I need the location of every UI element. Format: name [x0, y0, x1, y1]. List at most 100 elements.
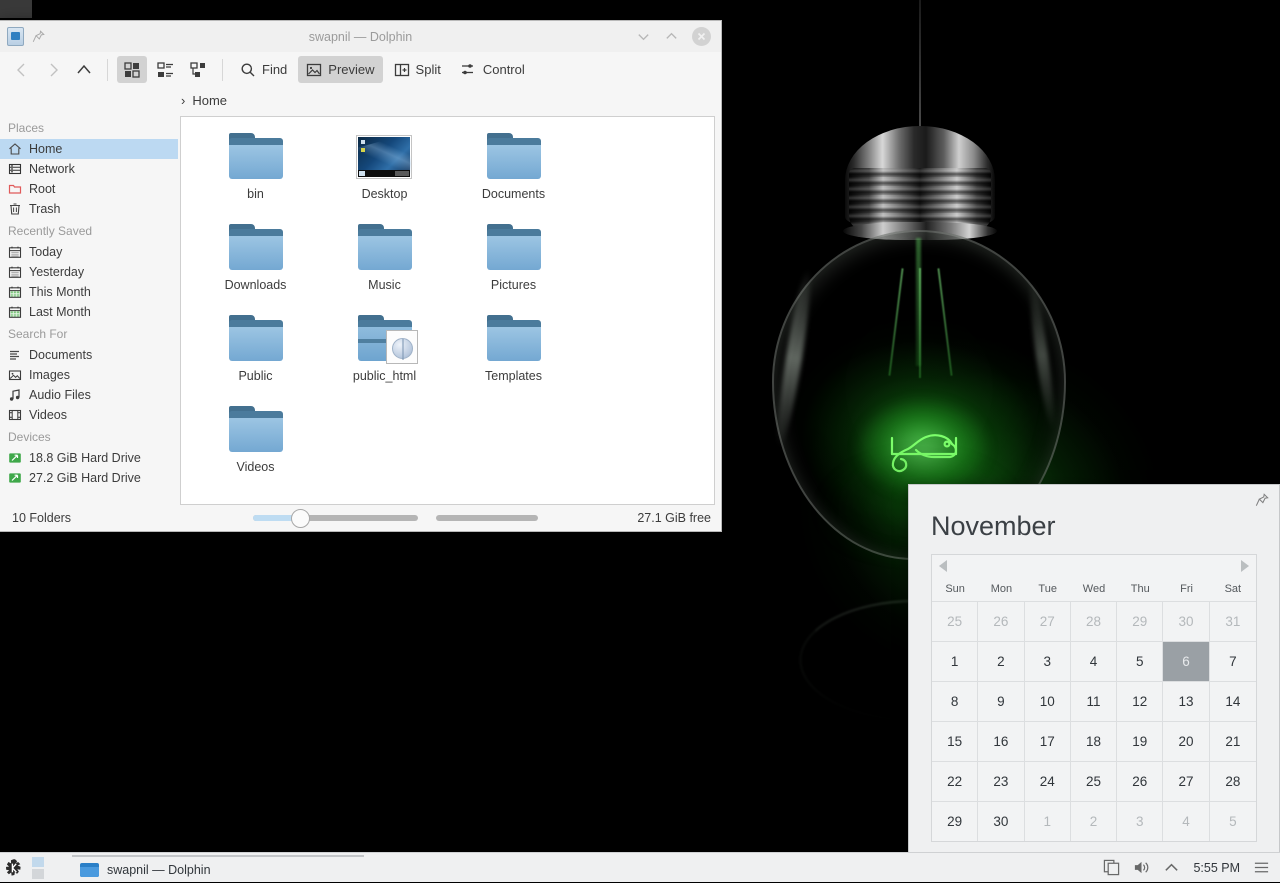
kde-launcher-icon[interactable]	[0, 853, 30, 883]
file-item[interactable]: Documents	[449, 133, 578, 224]
calendar-day[interactable]: 19	[1117, 721, 1163, 761]
calendar-applet[interactable]: November SunMonTueWedThuFriSat 252627282…	[908, 484, 1280, 856]
calendar-day[interactable]: 11	[1071, 681, 1117, 721]
sidebar-item-root[interactable]: Root	[0, 179, 178, 199]
pager-desktop-2[interactable]	[32, 869, 44, 879]
calendar-day[interactable]: 25	[932, 601, 978, 641]
calendar-day[interactable]: 13	[1163, 681, 1209, 721]
calendar-day[interactable]: 15	[932, 721, 978, 761]
calendar-day[interactable]: 5	[1117, 641, 1163, 681]
view-details-button[interactable]	[183, 56, 213, 83]
sidebar-item-videos[interactable]: Videos	[0, 405, 178, 425]
calendar-day[interactable]: 10	[1025, 681, 1071, 721]
sidebar-item-trash[interactable]: Trash	[0, 199, 178, 219]
hamburger-menu-icon[interactable]	[1253, 859, 1270, 876]
calendar-day[interactable]: 5	[1210, 801, 1256, 841]
calendar-day[interactable]: 2	[978, 641, 1024, 681]
calendar-day[interactable]: 4	[1163, 801, 1209, 841]
view-icons-button[interactable]	[117, 56, 147, 83]
calendar-day[interactable]: 29	[932, 801, 978, 841]
file-item[interactable]: Pictures	[449, 224, 578, 315]
sidebar-item-documents[interactable]: Documents	[0, 345, 178, 365]
calendar-day[interactable]: 22	[932, 761, 978, 801]
file-item[interactable]: Music	[320, 224, 449, 315]
file-item[interactable]: Downloads	[191, 224, 320, 315]
sidebar-item-this-month[interactable]: This Month	[0, 282, 178, 302]
pin-icon[interactable]	[32, 30, 45, 43]
taskbar-panel[interactable]: swapnil — Dolphin 5:55 PM	[0, 852, 1280, 882]
calendar-day[interactable]: 25	[1071, 761, 1117, 801]
zoom-slider-handle[interactable]	[291, 509, 310, 528]
sidebar-item-today[interactable]: Today	[0, 242, 178, 262]
view-compact-button[interactable]	[150, 56, 180, 83]
calendar-day[interactable]: 28	[1071, 601, 1117, 641]
breadcrumb[interactable]: › Home	[0, 87, 721, 114]
calendar-day[interactable]: 18	[1071, 721, 1117, 761]
sidebar-item-home[interactable]: Home	[0, 139, 178, 159]
system-tray[interactable]: 5:55 PM	[1103, 859, 1280, 876]
calendar-day[interactable]: 12	[1117, 681, 1163, 721]
sidebar-item-audio-files[interactable]: Audio Files	[0, 385, 178, 405]
task-button-dolphin[interactable]: swapnil — Dolphin	[72, 859, 211, 881]
calendar-day[interactable]: 1	[932, 641, 978, 681]
file-item[interactable]: Templates	[449, 315, 578, 406]
calendar-day[interactable]: 26	[1117, 761, 1163, 801]
file-item[interactable]: Public	[191, 315, 320, 406]
clipboard-icon[interactable]	[1103, 859, 1120, 876]
control-button[interactable]: Control	[452, 56, 533, 83]
file-item[interactable]: Desktop	[320, 133, 449, 224]
calendar-day[interactable]: 3	[1117, 801, 1163, 841]
calendar-day[interactable]: 23	[978, 761, 1024, 801]
close-icon[interactable]	[692, 27, 711, 46]
previous-month-icon[interactable]	[939, 560, 947, 572]
calendar-day[interactable]: 3	[1025, 641, 1071, 681]
calendar-day[interactable]: 7	[1210, 641, 1256, 681]
window-titlebar[interactable]: swapnil — Dolphin	[0, 21, 721, 52]
pin-icon[interactable]	[1255, 493, 1269, 507]
calendar-day-today[interactable]: 6	[1163, 641, 1209, 681]
file-item[interactable]: Videos	[191, 406, 320, 497]
calendar-day[interactable]: 2	[1071, 801, 1117, 841]
calendar-day[interactable]: 28	[1210, 761, 1256, 801]
sidebar-item-network[interactable]: Network	[0, 159, 178, 179]
split-button[interactable]: Split	[386, 56, 449, 83]
window-controls[interactable]	[636, 27, 721, 46]
calendar-day[interactable]: 29	[1117, 601, 1163, 641]
calendar-nav[interactable]	[932, 555, 1256, 577]
calendar-day[interactable]: 14	[1210, 681, 1256, 721]
back-button[interactable]	[8, 57, 36, 83]
clock[interactable]: 5:55 PM	[1193, 861, 1240, 875]
places-sidebar[interactable]: PlacesHomeNetworkRootTrashRecently Saved…	[0, 114, 178, 505]
calendar-day[interactable]: 4	[1071, 641, 1117, 681]
find-button[interactable]: Find	[232, 56, 295, 83]
sidebar-item-18-8-gib-hard-drive[interactable]: 18.8 GiB Hard Drive	[0, 448, 178, 468]
maximize-icon[interactable]	[664, 29, 679, 44]
calendar-day[interactable]: 21	[1210, 721, 1256, 761]
up-button[interactable]	[70, 57, 98, 83]
calendar-day[interactable]: 1	[1025, 801, 1071, 841]
dolphin-window[interactable]: swapnil — Dolphin	[0, 20, 722, 532]
pager-widget[interactable]	[32, 857, 58, 879]
calendar-day[interactable]: 20	[1163, 721, 1209, 761]
calendar-day[interactable]: 30	[1163, 601, 1209, 641]
sidebar-item-images[interactable]: Images	[0, 365, 178, 385]
calendar-day[interactable]: 17	[1025, 721, 1071, 761]
sidebar-item-yesterday[interactable]: Yesterday	[0, 262, 178, 282]
calendar-day[interactable]: 26	[978, 601, 1024, 641]
pager-desktop-1[interactable]	[32, 857, 44, 867]
calendar-day[interactable]: 9	[978, 681, 1024, 721]
main-toolbar[interactable]: Find Preview Split C	[0, 52, 721, 87]
breadcrumb-item-home[interactable]: Home	[192, 93, 227, 108]
calendar-day[interactable]: 24	[1025, 761, 1071, 801]
calendar-day[interactable]: 8	[932, 681, 978, 721]
calendar-day[interactable]: 27	[1163, 761, 1209, 801]
forward-button[interactable]	[39, 57, 67, 83]
next-month-icon[interactable]	[1241, 560, 1249, 572]
minimize-icon[interactable]	[636, 29, 651, 44]
file-item[interactable]: public_html	[320, 315, 449, 406]
file-view[interactable]: binDesktopDocumentsDownloadsMusicPicture…	[180, 116, 715, 505]
chevron-up-icon[interactable]	[1163, 859, 1180, 876]
volume-icon[interactable]	[1133, 859, 1150, 876]
sidebar-item-27-2-gib-hard-drive[interactable]: 27.2 GiB Hard Drive	[0, 468, 178, 488]
preview-button[interactable]: Preview	[298, 56, 382, 83]
